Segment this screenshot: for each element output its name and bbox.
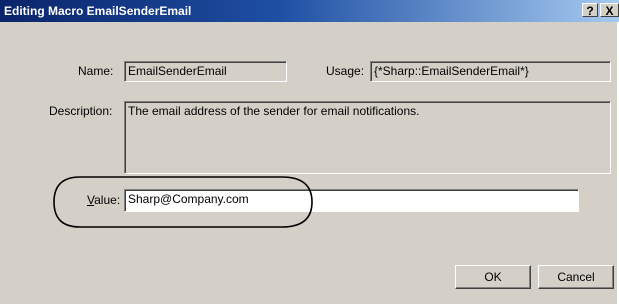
name-field[interactable]: EmailSenderEmail <box>124 61 287 82</box>
cancel-button[interactable]: Cancel <box>538 265 614 289</box>
close-button[interactable]: X <box>600 3 619 18</box>
usage-field[interactable]: {*Sharp::EmailSenderEmail*} <box>370 61 611 82</box>
description-field[interactable]: The email address of the sender for emai… <box>124 101 611 174</box>
macro-edit-dialog: Editing Macro EmailSenderEmail ? X Name:… <box>0 0 619 304</box>
ok-button[interactable]: OK <box>455 265 531 289</box>
description-label: Description: <box>49 104 113 118</box>
value-label-text: alue: <box>94 193 121 207</box>
help-button[interactable]: ? <box>582 3 598 18</box>
value-label: Value: <box>87 193 120 207</box>
value-input[interactable]: Sharp@Company.com <box>124 189 579 212</box>
usage-label: Usage: <box>326 64 365 78</box>
title-bar[interactable]: Editing Macro EmailSenderEmail ? X <box>0 0 619 22</box>
window-title: Editing Macro EmailSenderEmail <box>4 4 192 18</box>
name-label: Name: <box>78 64 114 78</box>
